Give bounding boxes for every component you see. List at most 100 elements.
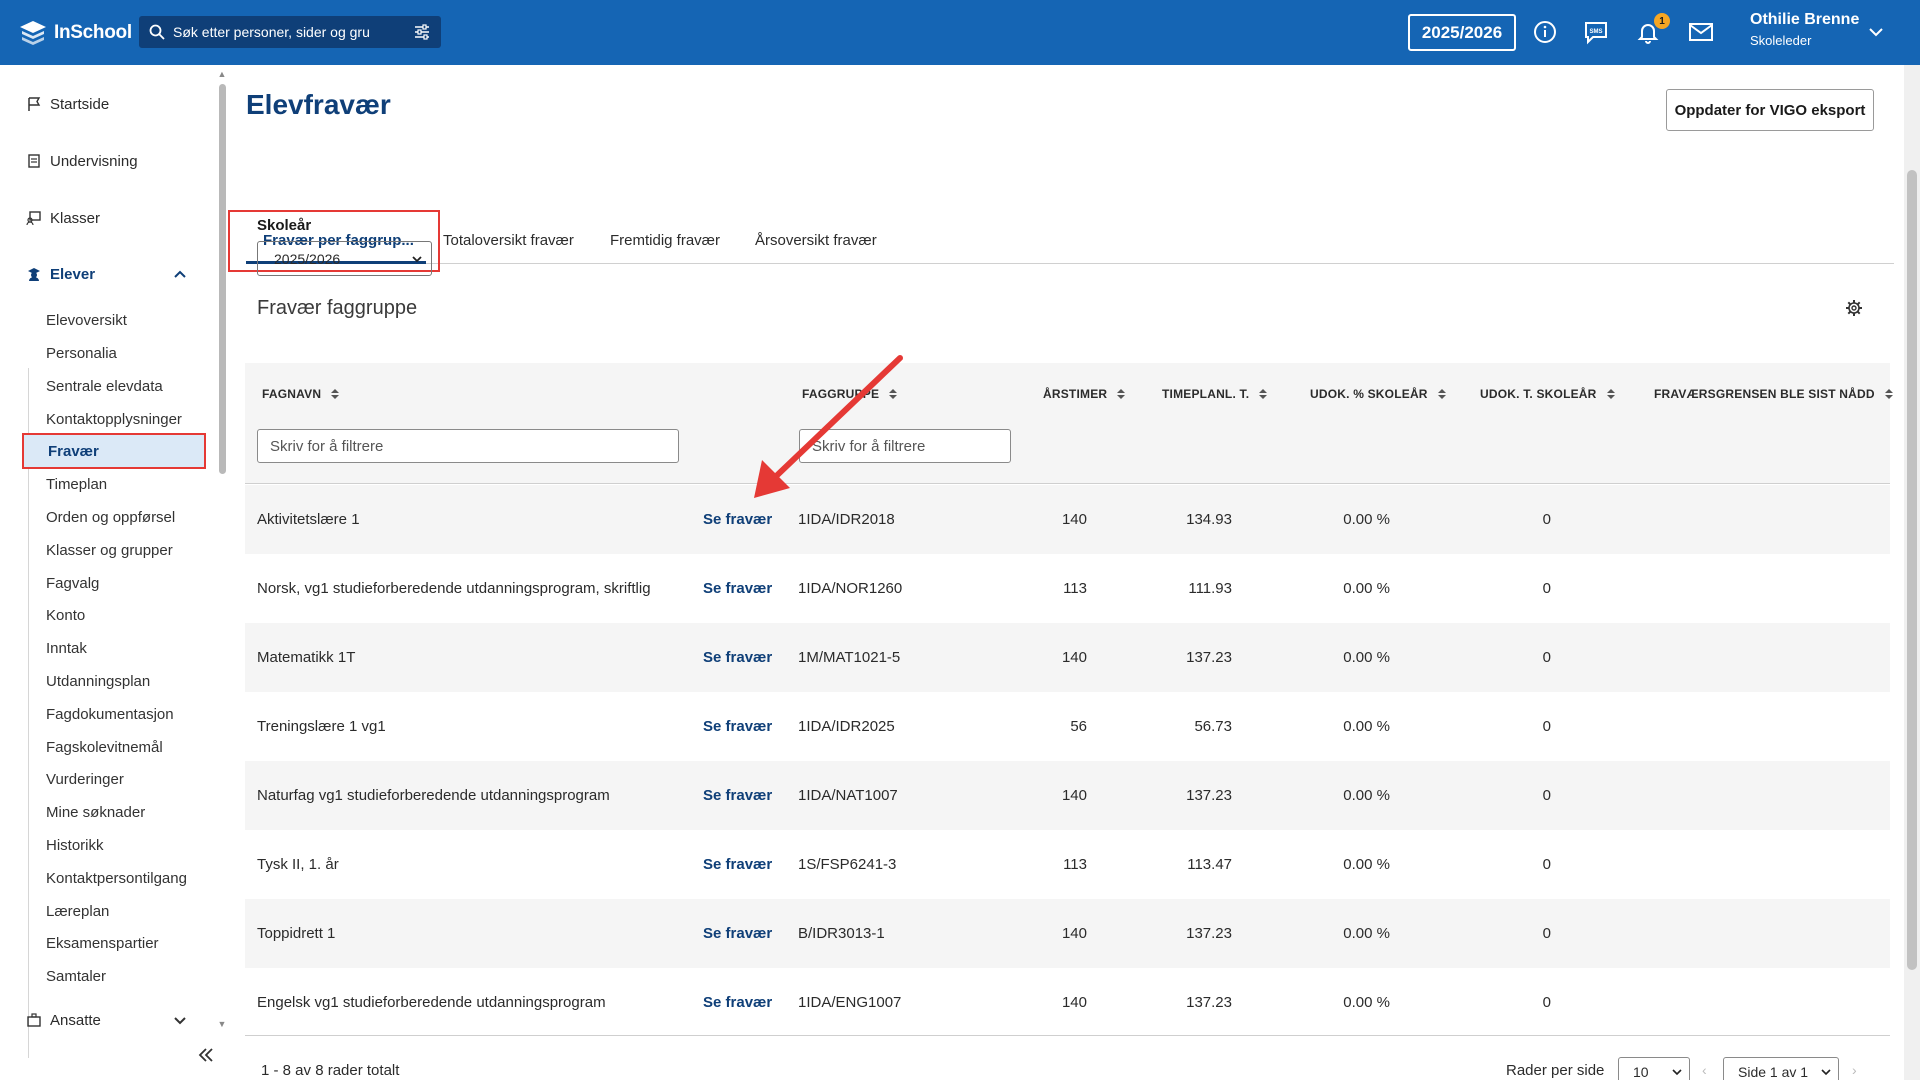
chevron-up-icon[interactable] (173, 267, 187, 281)
sidebar-subitem[interactable]: Kontaktpersontilgang (46, 866, 187, 890)
sidebar: Startside Undervisning Klasser Elever El… (0, 65, 216, 1080)
chevron-down-icon[interactable] (1868, 24, 1884, 40)
mail-icon[interactable] (1688, 19, 1714, 45)
sidebar-subitem[interactable]: Klasser og grupper (46, 538, 173, 562)
sidebar-subitem[interactable]: Sentrale elevdata (46, 374, 163, 398)
cell-timeplan: 111.93 (1188, 580, 1232, 597)
sidebar-item-undervisning[interactable]: Undervisning (0, 139, 210, 183)
column-label: FRAVÆRSGRENSEN BLE SIST NÅDD (1654, 387, 1875, 401)
cell-fagnavn: Toppidrett 1 (257, 925, 336, 942)
rows-per-page-select[interactable]: 10 (1618, 1057, 1690, 1080)
sidebar-subitem[interactable]: Kontaktopplysninger (46, 407, 182, 431)
sidebar-subitem[interactable]: Vurderinger (46, 767, 124, 791)
filter-fagnavn-input[interactable]: Skriv for å filtrere (257, 429, 679, 463)
column-label: ÅRSTIMER (1043, 387, 1108, 401)
column-header-udok-t[interactable]: UDOK. T. SKOLEÅR (1480, 387, 1616, 401)
sidebar-subitem[interactable]: Personalia (46, 341, 117, 365)
sidebar-subitem[interactable]: Elevoversikt (46, 308, 127, 332)
sort-icon (1606, 389, 1615, 399)
collapse-sidebar-icon[interactable] (196, 1045, 216, 1065)
se-fravaer-link[interactable]: Se fravær (703, 761, 772, 830)
sidebar-subitem[interactable]: Utdanningsplan (46, 669, 150, 693)
sort-icon (331, 389, 340, 399)
column-header-timeplanl[interactable]: TIMEPLANL. T. (1162, 387, 1268, 401)
sidebar-subitem[interactable]: Fagskolevitnemål (46, 735, 163, 759)
student-icon (28, 268, 40, 281)
tab-fremtidig[interactable]: Fremtidig fravær (610, 232, 720, 249)
next-page-icon[interactable]: › (1852, 1062, 1857, 1078)
table-row: Aktivitetslære 1 Se fravær 1IDA/IDR2018 … (245, 485, 1890, 554)
sidebar-item-ansatte[interactable]: Ansatte (0, 1005, 210, 1035)
page-scroll-thumb[interactable] (1907, 170, 1917, 970)
sidebar-subitem[interactable]: Inntak (46, 636, 87, 660)
school-year-select-value: 2025/2026 (274, 250, 341, 267)
cell-udok-t: 0 (1542, 787, 1551, 804)
column-header-udok-pct[interactable]: UDOK. % SKOLEÅR (1310, 387, 1447, 401)
previous-page-icon[interactable]: ‹ (1702, 1062, 1707, 1078)
cell-udok-pct: 0.00 % (1343, 856, 1390, 873)
tab-totaloversikt[interactable]: Totaloversikt fravær (443, 232, 574, 249)
se-fravaer-link[interactable]: Se fravær (703, 968, 772, 1037)
user-name: Othilie Brenne (1750, 11, 1860, 28)
cell-faggruppe: 1IDA/ENG1007 (798, 994, 902, 1011)
rows-per-page-label: Rader per side (1506, 1062, 1605, 1079)
sms-icon[interactable]: SMS (1583, 19, 1609, 45)
column-header-fravaersgrense[interactable]: FRAVÆRSGRENSEN BLE SIST NÅDD (1654, 387, 1894, 401)
sidebar-subitem[interactable]: Fagvalg (46, 571, 99, 595)
se-fravaer-link[interactable]: Se fravær (703, 554, 772, 623)
sidebar-scroll-thumb[interactable] (219, 84, 226, 474)
filter-settings-icon[interactable] (413, 23, 431, 41)
table-row: Norsk, vg1 studieforberedende utdannings… (245, 554, 1890, 623)
notification-badge: 1 (1654, 13, 1670, 29)
cell-udok-pct: 0.00 % (1343, 580, 1390, 597)
sidebar-subitem-fravaer[interactable]: Fravær (22, 433, 206, 469)
school-year-select[interactable]: 2025/2026 (257, 241, 432, 276)
sidebar-subitem[interactable]: Historikk (46, 833, 104, 857)
cell-arstimer: 140 (1061, 925, 1087, 942)
cell-udok-pct: 0.00 % (1343, 511, 1390, 528)
sidebar-subitem[interactable]: Samtaler (46, 964, 106, 988)
cell-fagnavn: Aktivitetslære 1 (257, 511, 360, 528)
sidebar-subitem[interactable]: Konto (46, 603, 85, 627)
se-fravaer-link[interactable]: Se fravær (703, 830, 772, 899)
sort-icon (1117, 389, 1126, 399)
logo-text: InSchool (54, 22, 132, 43)
sidebar-subitem[interactable]: Læreplan (46, 899, 109, 923)
chevron-down-icon[interactable] (173, 1013, 187, 1027)
page-select[interactable]: Side 1 av 1 (1723, 1057, 1839, 1080)
sidebar-item-elever[interactable]: Elever (0, 252, 210, 296)
school-year-button[interactable]: 2025/2026 (1408, 14, 1516, 51)
cell-udok-t: 0 (1542, 718, 1551, 735)
sort-icon (1437, 389, 1446, 399)
cell-timeplan: 137.23 (1186, 994, 1232, 1011)
sidebar-subitem[interactable]: Eksamenspartier (46, 931, 159, 955)
column-header-fagnavn[interactable]: FAGNAVN (262, 387, 340, 401)
sidebar-item-startside[interactable]: Startside (0, 82, 210, 126)
cell-arstimer: 140 (1061, 994, 1087, 1011)
cell-timeplan: 113.47 (1187, 856, 1232, 873)
info-icon[interactable] (1532, 19, 1558, 45)
se-fravaer-link[interactable]: Se fravær (703, 692, 772, 761)
sidebar-subitem[interactable]: Fagdokumentasjon (46, 702, 174, 726)
cell-fagnavn: Norsk, vg1 studieforberedende utdannings… (257, 580, 651, 597)
gear-icon[interactable] (1845, 299, 1863, 317)
user-menu[interactable]: Othilie Brenne Skoleleder (1750, 11, 1859, 48)
sidebar-item-klasser[interactable]: Klasser (0, 196, 210, 240)
inschool-logo[interactable]: InSchool (18, 18, 132, 48)
cell-faggruppe: B/IDR3013-1 (798, 925, 885, 942)
sidebar-subitem[interactable]: Orden og oppførsel (46, 505, 175, 529)
cell-arstimer: 56 (1070, 718, 1087, 735)
scroll-up-icon[interactable]: ▲ (216, 68, 228, 80)
se-fravaer-link[interactable]: Se fravær (703, 623, 772, 692)
cell-timeplan: 137.23 (1186, 787, 1232, 804)
sidebar-subitem[interactable]: Timeplan (46, 472, 107, 496)
search-input[interactable]: Søk etter personer, sider og gru (173, 24, 405, 40)
global-search[interactable]: Søk etter personer, sider og gru (139, 16, 441, 48)
column-header-arstimer[interactable]: ÅRSTIMER (1043, 387, 1126, 401)
section-title: Fravær faggruppe (257, 297, 418, 319)
tab-arsoversikt[interactable]: Årsoversikt fravær (755, 232, 877, 249)
vigo-export-button[interactable]: Oppdater for VIGO eksport (1666, 89, 1874, 131)
sidebar-subitem[interactable]: Mine søknader (46, 800, 145, 824)
se-fravaer-link[interactable]: Se fravær (703, 899, 772, 968)
scroll-down-icon[interactable]: ▼ (216, 1018, 228, 1030)
